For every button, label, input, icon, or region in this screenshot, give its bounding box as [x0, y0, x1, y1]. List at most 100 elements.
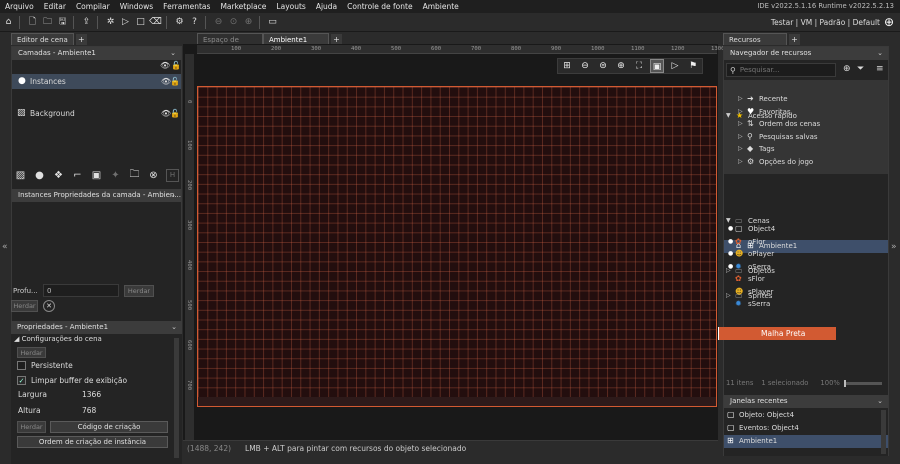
menu-item[interactable]: Ajuda — [311, 0, 342, 13]
add-tile-layer-icon[interactable]: ❖ — [52, 169, 65, 182]
add-asset-layer-icon[interactable]: ▣ — [90, 169, 103, 182]
menu-item[interactable]: Marketplace — [215, 0, 271, 13]
zoom-out-icon[interactable]: ⊖ — [212, 16, 225, 29]
inherit-layer-button[interactable]: H — [166, 168, 179, 182]
stop-icon[interactable]: □ — [134, 16, 147, 29]
help-icon[interactable]: ? — [188, 16, 201, 29]
lock-icon[interactable]: 🔓 — [170, 106, 180, 121]
debug-icon[interactable]: ✲ — [104, 16, 117, 29]
menu-icon[interactable]: ≡ — [876, 64, 884, 74]
quick-item-room-order[interactable]: ▷ ⇅ Ordem dos cenas — [724, 118, 888, 131]
asset-item[interactable]: ✹ sSerra — [724, 298, 888, 311]
menu-item[interactable]: Layouts — [271, 0, 310, 13]
zoom-slider[interactable] — [843, 379, 882, 387]
add-tab-button[interactable]: + — [75, 33, 87, 45]
delete-layer-icon[interactable]: ⊗ — [147, 169, 160, 182]
layers-header[interactable]: Camadas - Ambiente1 ⌄ — [12, 47, 181, 60]
room-canvas[interactable] — [197, 86, 717, 407]
clear-buffer-row[interactable]: ✓ Limpar buffer de exibição — [17, 376, 127, 385]
asset-search-box[interactable]: ⚲ — [726, 63, 836, 77]
collapse-left-dock-icon[interactable]: « — [2, 242, 8, 252]
open-folder-icon[interactable]: 🗀 — [41, 16, 54, 29]
lock-all-icon[interactable]: 🔓 — [171, 61, 181, 70]
clear-buffer-checkbox[interactable]: ✓ — [17, 376, 26, 385]
user-info[interactable]: Testar | VM | Padrão | Default — [771, 13, 880, 32]
chevron-down-icon[interactable]: ⌄ — [877, 395, 883, 408]
properties-scrollbar[interactable] — [174, 338, 179, 458]
new-project-icon[interactable]: 🗋 — [26, 16, 39, 29]
recent-item[interactable]: ▢ Objeto: Object4 — [724, 409, 888, 422]
flag-icon[interactable]: ⚑ — [686, 59, 700, 73]
instance-order-button[interactable]: Ordem de criação de instância — [17, 436, 168, 448]
zoom-in-icon[interactable]: ⊕ — [242, 16, 255, 29]
asset-item[interactable]: ● ✹ oSerra — [724, 261, 888, 274]
menu-item[interactable]: Arquivo — [0, 0, 39, 13]
grid-toggle-icon[interactable]: ⊞ — [560, 59, 574, 73]
inherit-room-button[interactable]: Herdar — [17, 347, 46, 358]
inherit-code-button[interactable]: Herdar — [17, 421, 46, 433]
recent-scrollbar[interactable] — [881, 410, 886, 454]
quick-item-game-options[interactable]: ▷ ⚙ Opções do jogo — [724, 156, 888, 169]
run-icon[interactable]: ▷ — [119, 16, 132, 29]
add-path-layer-icon[interactable]: ⌐ — [71, 169, 84, 182]
inherit-depth-button[interactable]: Herdar — [124, 285, 154, 297]
visibility-all-icon[interactable]: 👁 — [160, 61, 170, 70]
persistent-row[interactable]: Persistente — [17, 361, 73, 370]
menu-item[interactable]: Compilar — [71, 0, 115, 13]
menu-item[interactable]: Ambiente — [418, 0, 464, 13]
zoom-in-icon[interactable]: ⊕ — [614, 59, 628, 73]
layer-properties-header[interactable]: Instances Propriedades da camada - Ambie… — [12, 189, 181, 202]
save-icon[interactable]: 🖫 — [56, 16, 69, 29]
chevron-down-icon[interactable]: ⌄ — [171, 321, 177, 334]
menu-item[interactable]: Windows — [115, 0, 158, 13]
zoom-reset-icon[interactable]: ⊙ — [227, 16, 240, 29]
quick-item-tags[interactable]: ▷ ◆ Tags — [724, 143, 888, 156]
room-settings-section[interactable]: ◢ Configurações do cena — [14, 335, 102, 343]
chat-icon[interactable]: ▭ — [266, 16, 279, 29]
add-instance-layer-icon[interactable]: ● — [33, 169, 46, 182]
quick-item-recent[interactable]: ▷ ➜ Recente — [724, 93, 888, 106]
width-value[interactable]: 1366 — [82, 390, 101, 399]
persistent-checkbox[interactable] — [17, 361, 26, 370]
tab-room-editor[interactable]: Editor de cena — [11, 33, 74, 45]
zoom-slider-handle[interactable] — [843, 379, 846, 387]
zoom-reset-icon[interactable]: ⊜ — [596, 59, 610, 73]
recent-item[interactable]: ⊞ Ambiente1 — [724, 435, 888, 448]
room-properties-header[interactable]: Propriedades - Ambiente1 ⌄ — [11, 321, 182, 334]
asset-browser-header[interactable]: Navegador de recursos ⌄ — [724, 47, 888, 60]
height-value[interactable]: 768 — [82, 406, 96, 415]
add-asset-icon[interactable]: ⊕ — [843, 64, 851, 74]
asset-item[interactable]: ● ✿ oFlor — [724, 236, 888, 249]
filter-icon[interactable]: ⏷ — [857, 64, 864, 74]
quick-item-favorites[interactable]: ▷ ♥ Favoritas — [724, 106, 888, 119]
zoom-out-icon[interactable]: ⊖ — [578, 59, 592, 73]
collapse-right-dock-icon[interactable]: » — [891, 242, 897, 252]
quick-item-saved-searches[interactable]: ▷ ⚲ Pesquisas salvas — [724, 131, 888, 144]
fit-view-icon[interactable]: ⛶ — [632, 59, 646, 73]
menu-item[interactable]: Ferramentas — [158, 0, 215, 13]
menu-item[interactable]: Controle de fonte — [342, 0, 417, 13]
add-workspace-tab-button[interactable]: + — [331, 33, 342, 45]
tab-resources[interactable]: Recursos — [723, 33, 787, 45]
asset-search-input[interactable] — [739, 66, 830, 74]
tag-badge[interactable]: Malha Preta — [718, 327, 836, 340]
add-background-layer-icon[interactable]: ▨ — [14, 169, 27, 182]
add-effect-layer-icon[interactable]: ✦ — [109, 169, 122, 182]
chevron-down-icon[interactable]: ⌄ — [170, 47, 176, 60]
clean-icon[interactable]: ⌫ — [149, 16, 162, 29]
creation-code-button[interactable]: Código de criação — [50, 421, 168, 433]
recent-windows-header[interactable]: Janelas recentes ⌄ — [724, 395, 888, 408]
asset-item[interactable]: ✿ sFlor — [724, 273, 888, 286]
crosshair-settings-icon[interactable]: ⊕ — [882, 15, 896, 29]
add-right-tab-button[interactable]: + — [789, 33, 800, 45]
layer-row-instances[interactable]: ● Instances 👁 🔓 — [12, 74, 181, 89]
home-icon[interactable]: ⌂ — [2, 16, 15, 29]
inherit-layer-button-2[interactable]: Herdar — [11, 300, 38, 312]
lock-icon[interactable]: 🔓 — [170, 74, 180, 89]
asset-item[interactable]: ● ▢ Object4 — [724, 223, 888, 236]
settings-gear-icon[interactable]: ⚙ — [173, 16, 186, 29]
room-view-icon[interactable]: ▣ — [650, 59, 664, 73]
asset-item[interactable]: ☻ sPlayer — [724, 286, 888, 299]
add-folder-icon[interactable]: 🗀 — [128, 169, 141, 182]
play-icon[interactable]: ▷ — [668, 59, 682, 73]
